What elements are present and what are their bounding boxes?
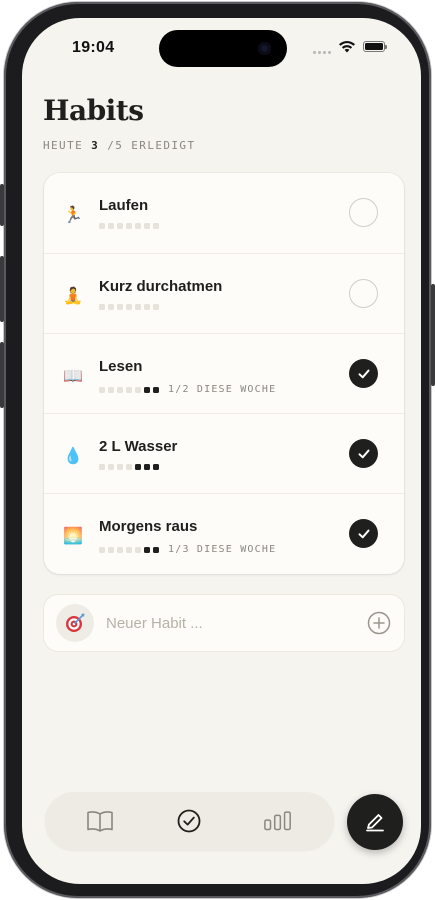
done-count: 3 [91, 139, 100, 152]
volume-down-button [0, 342, 4, 408]
tab-bar [45, 792, 334, 850]
progress-dot [153, 546, 159, 553]
progress-dot [135, 223, 141, 229]
progress-dot [117, 304, 123, 310]
dynamic-island [159, 30, 287, 67]
habit-list: 🏃 Laufen 🧘 Kurz durchatmen 📖 Lesen 1/2 DIESE W… [44, 173, 404, 574]
target-icon [56, 604, 94, 642]
book-icon: 📖 [63, 368, 83, 385]
progress-dot [99, 386, 105, 393]
water-drop-icon: 💧 [63, 448, 83, 465]
phone-frame: 19:04 Habits HEUTE 3 /5 ERLEDIGT 🏃 Laufen… [0, 2, 435, 898]
power-button [431, 284, 435, 386]
progress-dot [117, 464, 123, 470]
progress-dot [153, 223, 159, 229]
progress-dot [117, 386, 123, 393]
tab-stats[interactable] [263, 807, 293, 835]
weekly-progress: 1/3 DIESE WOCHE [99, 544, 276, 555]
tab-habits[interactable] [174, 807, 204, 835]
progress-dot [126, 304, 132, 310]
weekly-goal-label: 1/3 DIESE WOCHE [168, 544, 277, 555]
cellular-signal-icon [313, 51, 331, 54]
progress-dot [99, 546, 105, 553]
battery-icon [363, 41, 387, 52]
habit-name: Morgens raus [99, 518, 198, 535]
progress-dot [117, 546, 123, 553]
subtitle-suffix: /5 ERLEDIGT [107, 139, 196, 152]
status-time: 19:04 [72, 39, 115, 56]
daily-progress-summary: HEUTE 3 /5 ERLEDIGT [43, 139, 195, 152]
progress-dot [99, 304, 105, 310]
progress-dot [135, 464, 141, 470]
checkmark-icon [358, 449, 369, 458]
progress-dot [144, 223, 150, 229]
new-habit-bar [44, 595, 404, 651]
subtitle-prefix: HEUTE [43, 139, 84, 152]
habit-checkbox[interactable] [349, 198, 378, 227]
screen: 19:04 Habits HEUTE 3 /5 ERLEDIGT 🏃 Laufen… [22, 18, 421, 884]
progress-dot [126, 546, 132, 553]
habit-name: 2 L Wasser [99, 438, 178, 455]
progress-dot [144, 386, 150, 393]
compose-button[interactable] [347, 794, 403, 850]
progress-dot [99, 223, 105, 229]
tab-journal[interactable] [85, 807, 115, 835]
status-bar: 19:04 [22, 18, 421, 78]
habit-checkbox[interactable] [349, 439, 378, 468]
progress-dot [135, 386, 141, 393]
progress-dot [108, 464, 114, 470]
habit-checkbox[interactable] [349, 359, 378, 388]
progress-dot [144, 464, 150, 470]
pen-icon [366, 814, 384, 832]
habit-name: Kurz durchatmen [99, 278, 223, 295]
progress-dot [117, 223, 123, 229]
progress-dot [108, 304, 114, 310]
habit-name: Laufen [99, 197, 149, 214]
progress-dot [126, 223, 132, 229]
check-circle-icon [177, 809, 201, 833]
progress-dot [153, 304, 159, 310]
new-habit-input[interactable] [106, 613, 336, 633]
weekly-progress [99, 464, 159, 470]
weekly-progress [99, 304, 159, 310]
progress-dot [108, 546, 114, 553]
wifi-icon [339, 41, 355, 53]
habit-checkbox[interactable] [349, 519, 378, 548]
action-button [0, 184, 4, 226]
weekly-progress: 1/2 DIESE WOCHE [99, 384, 276, 395]
progress-dot [135, 546, 141, 553]
weekly-goal-label: 1/2 DIESE WOCHE [168, 384, 277, 395]
meditation-icon: 🧘 [63, 288, 83, 305]
weekly-progress [99, 223, 159, 229]
page-title: Habits [43, 94, 144, 127]
book-open-icon [87, 811, 113, 832]
running-icon: 🏃 [63, 207, 83, 224]
progress-dot [153, 464, 159, 470]
bar-chart-icon [264, 811, 291, 831]
checkmark-icon [358, 529, 369, 538]
plus-circle-icon[interactable] [367, 611, 391, 635]
habit-name: Lesen [99, 358, 143, 375]
progress-dot [108, 386, 114, 393]
sunrise-icon: 🌅 [63, 528, 83, 545]
habit-checkbox[interactable] [349, 279, 378, 308]
habit-row[interactable]: 🏃 Laufen [44, 173, 404, 253]
habit-row[interactable]: 🧘 Kurz durchatmen [44, 253, 404, 334]
habit-row[interactable]: 📖 Lesen 1/2 DIESE WOCHE [44, 333, 404, 414]
habit-row[interactable]: 🌅 Morgens raus 1/3 DIESE WOCHE [44, 493, 404, 574]
volume-up-button [0, 256, 4, 322]
progress-dot [99, 464, 105, 470]
progress-dot [144, 304, 150, 310]
habit-row[interactable]: 💧 2 L Wasser [44, 413, 404, 494]
progress-dot [126, 464, 132, 470]
progress-dot [108, 223, 114, 229]
progress-dot [153, 386, 159, 393]
checkmark-icon [358, 369, 369, 378]
progress-dot [144, 546, 150, 553]
camera-icon [258, 42, 271, 55]
progress-dot [135, 304, 141, 310]
progress-dot [126, 386, 132, 393]
